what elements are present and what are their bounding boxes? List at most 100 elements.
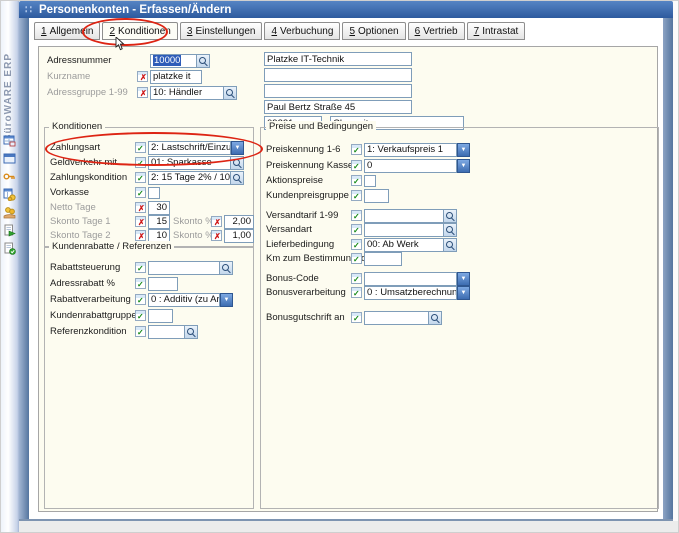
preiskennung-kasse-combobox[interactable]: 0 xyxy=(364,159,457,173)
preiskennung-label: Preiskennung 1-6 xyxy=(266,144,351,155)
window-frame-left xyxy=(19,18,29,521)
bonusgutschrift-lookup-button[interactable] xyxy=(429,311,442,325)
field-edit-icon: ✓ xyxy=(351,273,362,284)
adressrabatt-input[interactable] xyxy=(148,277,178,291)
kundenrabattgruppe-input[interactable] xyxy=(148,309,173,323)
geldverkehr-label: Geldverkehr mit xyxy=(50,157,135,168)
calculator-coins-icon[interactable] xyxy=(3,188,16,201)
preiskennung-kasse-label: Preiskennung Kasse xyxy=(266,160,351,171)
versandart-label: Versandart xyxy=(266,224,351,235)
tab-allgemein[interactable]: 1Allgemein xyxy=(34,22,100,40)
field-clear-icon: ✗ xyxy=(211,230,222,241)
field-edit-icon: ✓ xyxy=(351,160,362,171)
skonto2-pct-input[interactable]: 1,00 xyxy=(224,229,254,243)
bonusgutschrift-field[interactable] xyxy=(364,311,429,325)
kundenpreisgruppe-input[interactable] xyxy=(364,189,389,203)
preiskennung-combobox[interactable]: 1: Verkaufspreis 1 xyxy=(364,143,457,157)
background-area xyxy=(19,521,679,533)
netto-tage-input[interactable]: 30 xyxy=(148,201,170,215)
tab-intrastat[interactable]: 7Intrastat xyxy=(467,22,526,40)
window-icon[interactable] xyxy=(3,152,16,165)
preiskennung-kasse-dropdown-button[interactable]: ▼ xyxy=(457,159,470,173)
tab-optionen[interactable]: 5Optionen xyxy=(342,22,405,40)
address-name2-field[interactable] xyxy=(264,68,412,82)
zahlungskondition-combobox[interactable]: 2: 15 Tage 2% / 10 Tag xyxy=(148,171,231,185)
adressnummer-input[interactable]: 10000 xyxy=(150,54,197,68)
bonuscode-dropdown-button[interactable]: ▼ xyxy=(457,272,470,286)
bonusverarbeitung-combobox[interactable]: 0 : Umsatzberechnung Adr xyxy=(364,286,457,300)
drag-grip-icon: ∷ xyxy=(25,3,32,16)
referenzkondition-lookup-button[interactable] xyxy=(185,325,198,339)
adressgruppe-lookup-button[interactable] xyxy=(224,86,237,100)
zahlungsart-dropdown-button[interactable]: ▼ xyxy=(231,141,244,155)
preiskennung-dropdown-button[interactable]: ▼ xyxy=(457,143,470,157)
zahlungsart-row: Zahlungsart ✓ 2: Lastschrift/Einzugserm▼ xyxy=(50,140,244,155)
field-edit-icon: ✓ xyxy=(135,262,146,273)
versandart-field[interactable] xyxy=(364,223,444,237)
versandtarif-lookup-button[interactable] xyxy=(444,209,457,223)
kurzname-row: Kurzname ✗ platzke it xyxy=(47,69,202,84)
aktionspreise-label: Aktionspreise xyxy=(266,175,351,186)
aktionspreise-checkbox[interactable] xyxy=(364,175,376,187)
km-input[interactable] xyxy=(364,252,402,266)
rabatte-group-title: Kundenrabatte / Referenzen xyxy=(49,241,174,252)
lieferbedingung-lookup-button[interactable] xyxy=(444,238,457,252)
field-edit-icon: ✓ xyxy=(351,312,362,323)
versandtarif-field[interactable] xyxy=(364,209,444,223)
tab-vertrieb[interactable]: 6Vertrieb xyxy=(408,22,465,40)
document-export-icon[interactable] xyxy=(3,224,16,237)
bonusverarbeitung-row: Bonusverarbeitung ✓ 0 : Umsatzberechnung… xyxy=(266,285,470,300)
zahlungsart-combobox[interactable]: 2: Lastschrift/Einzugserm xyxy=(148,141,231,155)
launcher-icons xyxy=(3,134,16,255)
rabattsteuerung-lookup-button[interactable] xyxy=(220,261,233,275)
coins-hand-icon[interactable] xyxy=(3,206,16,219)
window-title: Personenkonten - Erfassen/Ändern xyxy=(39,4,231,16)
rabattverarbeitung-combobox[interactable]: 0 : Additiv (zu Artikel/WGR xyxy=(148,293,220,307)
address-name1-field[interactable]: Platzke IT-Technik xyxy=(264,52,412,66)
kurzname-input[interactable]: platzke it xyxy=(150,70,202,84)
field-clear-icon: ✗ xyxy=(135,202,146,213)
field-edit-icon: ✓ xyxy=(135,294,146,305)
bonuscode-row: Bonus-Code ✓ ▼ xyxy=(266,271,470,286)
mouse-cursor xyxy=(115,37,125,51)
geldverkehr-lookup-button[interactable] xyxy=(231,156,244,170)
geldverkehr-combobox[interactable]: 01: Sparkasse xyxy=(148,156,231,170)
skonto1-tage-input[interactable]: 15 xyxy=(148,215,170,229)
lieferbedingung-field[interactable]: 00: Ab Werk xyxy=(364,238,444,252)
window-titlebar[interactable]: ∷ Personenkonten - Erfassen/Ändern xyxy=(19,1,673,18)
versandart-row: Versandart ✓ xyxy=(266,222,457,237)
address-name3-field[interactable] xyxy=(264,84,412,98)
tab-einstellungen[interactable]: 3Einstellungen xyxy=(180,22,263,40)
field-edit-icon: ✓ xyxy=(351,287,362,298)
field-edit-icon: ✓ xyxy=(135,326,146,337)
table-icon[interactable] xyxy=(3,134,16,147)
skonto1-row: Skonto Tage 1 ✗ 15 Skonto % ✗ 2,00 xyxy=(50,214,254,229)
rabattsteuerung-field[interactable] xyxy=(148,261,220,275)
vorkasse-checkbox[interactable] xyxy=(148,187,160,199)
rabattverarbeitung-dropdown-button[interactable]: ▼ xyxy=(220,293,233,307)
bonusverarbeitung-label: Bonusverarbeitung xyxy=(266,287,351,298)
adressgruppe-combobox[interactable]: 10: Händler xyxy=(150,86,224,100)
referenzkondition-field[interactable] xyxy=(148,325,185,339)
kundenrabattgruppe-row: Kundenrabattgruppe ✓ xyxy=(50,308,173,323)
referenzkondition-row: Referenzkondition ✓ xyxy=(50,324,198,339)
kundenpreisgruppe-row: Kundenpreisgruppe ✓ xyxy=(266,188,389,203)
adressnummer-lookup-button[interactable] xyxy=(197,54,210,68)
bonuscode-combobox[interactable] xyxy=(364,272,457,286)
key-icon[interactable] xyxy=(3,170,16,183)
km-label: Km zum Bestimmungsort xyxy=(266,253,351,264)
geldverkehr-row: Geldverkehr mit ✓ 01: Sparkasse xyxy=(50,155,244,170)
zahlungskondition-lookup-button[interactable] xyxy=(231,171,244,185)
field-edit-icon: ✓ xyxy=(135,172,146,183)
skonto1-pct-input[interactable]: 2,00 xyxy=(224,215,254,229)
address-street-field[interactable]: Paul Bertz Straße 45 xyxy=(264,100,412,114)
kundenpreisgruppe-label: Kundenpreisgruppe xyxy=(266,190,351,201)
document-check-icon[interactable] xyxy=(3,242,16,255)
tab-verbuchung[interactable]: 4Verbuchung xyxy=(264,22,340,40)
field-edit-icon: ✓ xyxy=(351,190,362,201)
tab-konditionen[interactable]: 2Konditionen xyxy=(102,22,177,40)
versandart-lookup-button[interactable] xyxy=(444,223,457,237)
tab-bar: 1Allgemein 2Konditionen 3Einstellungen 4… xyxy=(34,22,525,40)
bonusverarbeitung-dropdown-button[interactable]: ▼ xyxy=(457,286,470,300)
skonto2-label: Skonto Tage 2 xyxy=(50,230,135,241)
